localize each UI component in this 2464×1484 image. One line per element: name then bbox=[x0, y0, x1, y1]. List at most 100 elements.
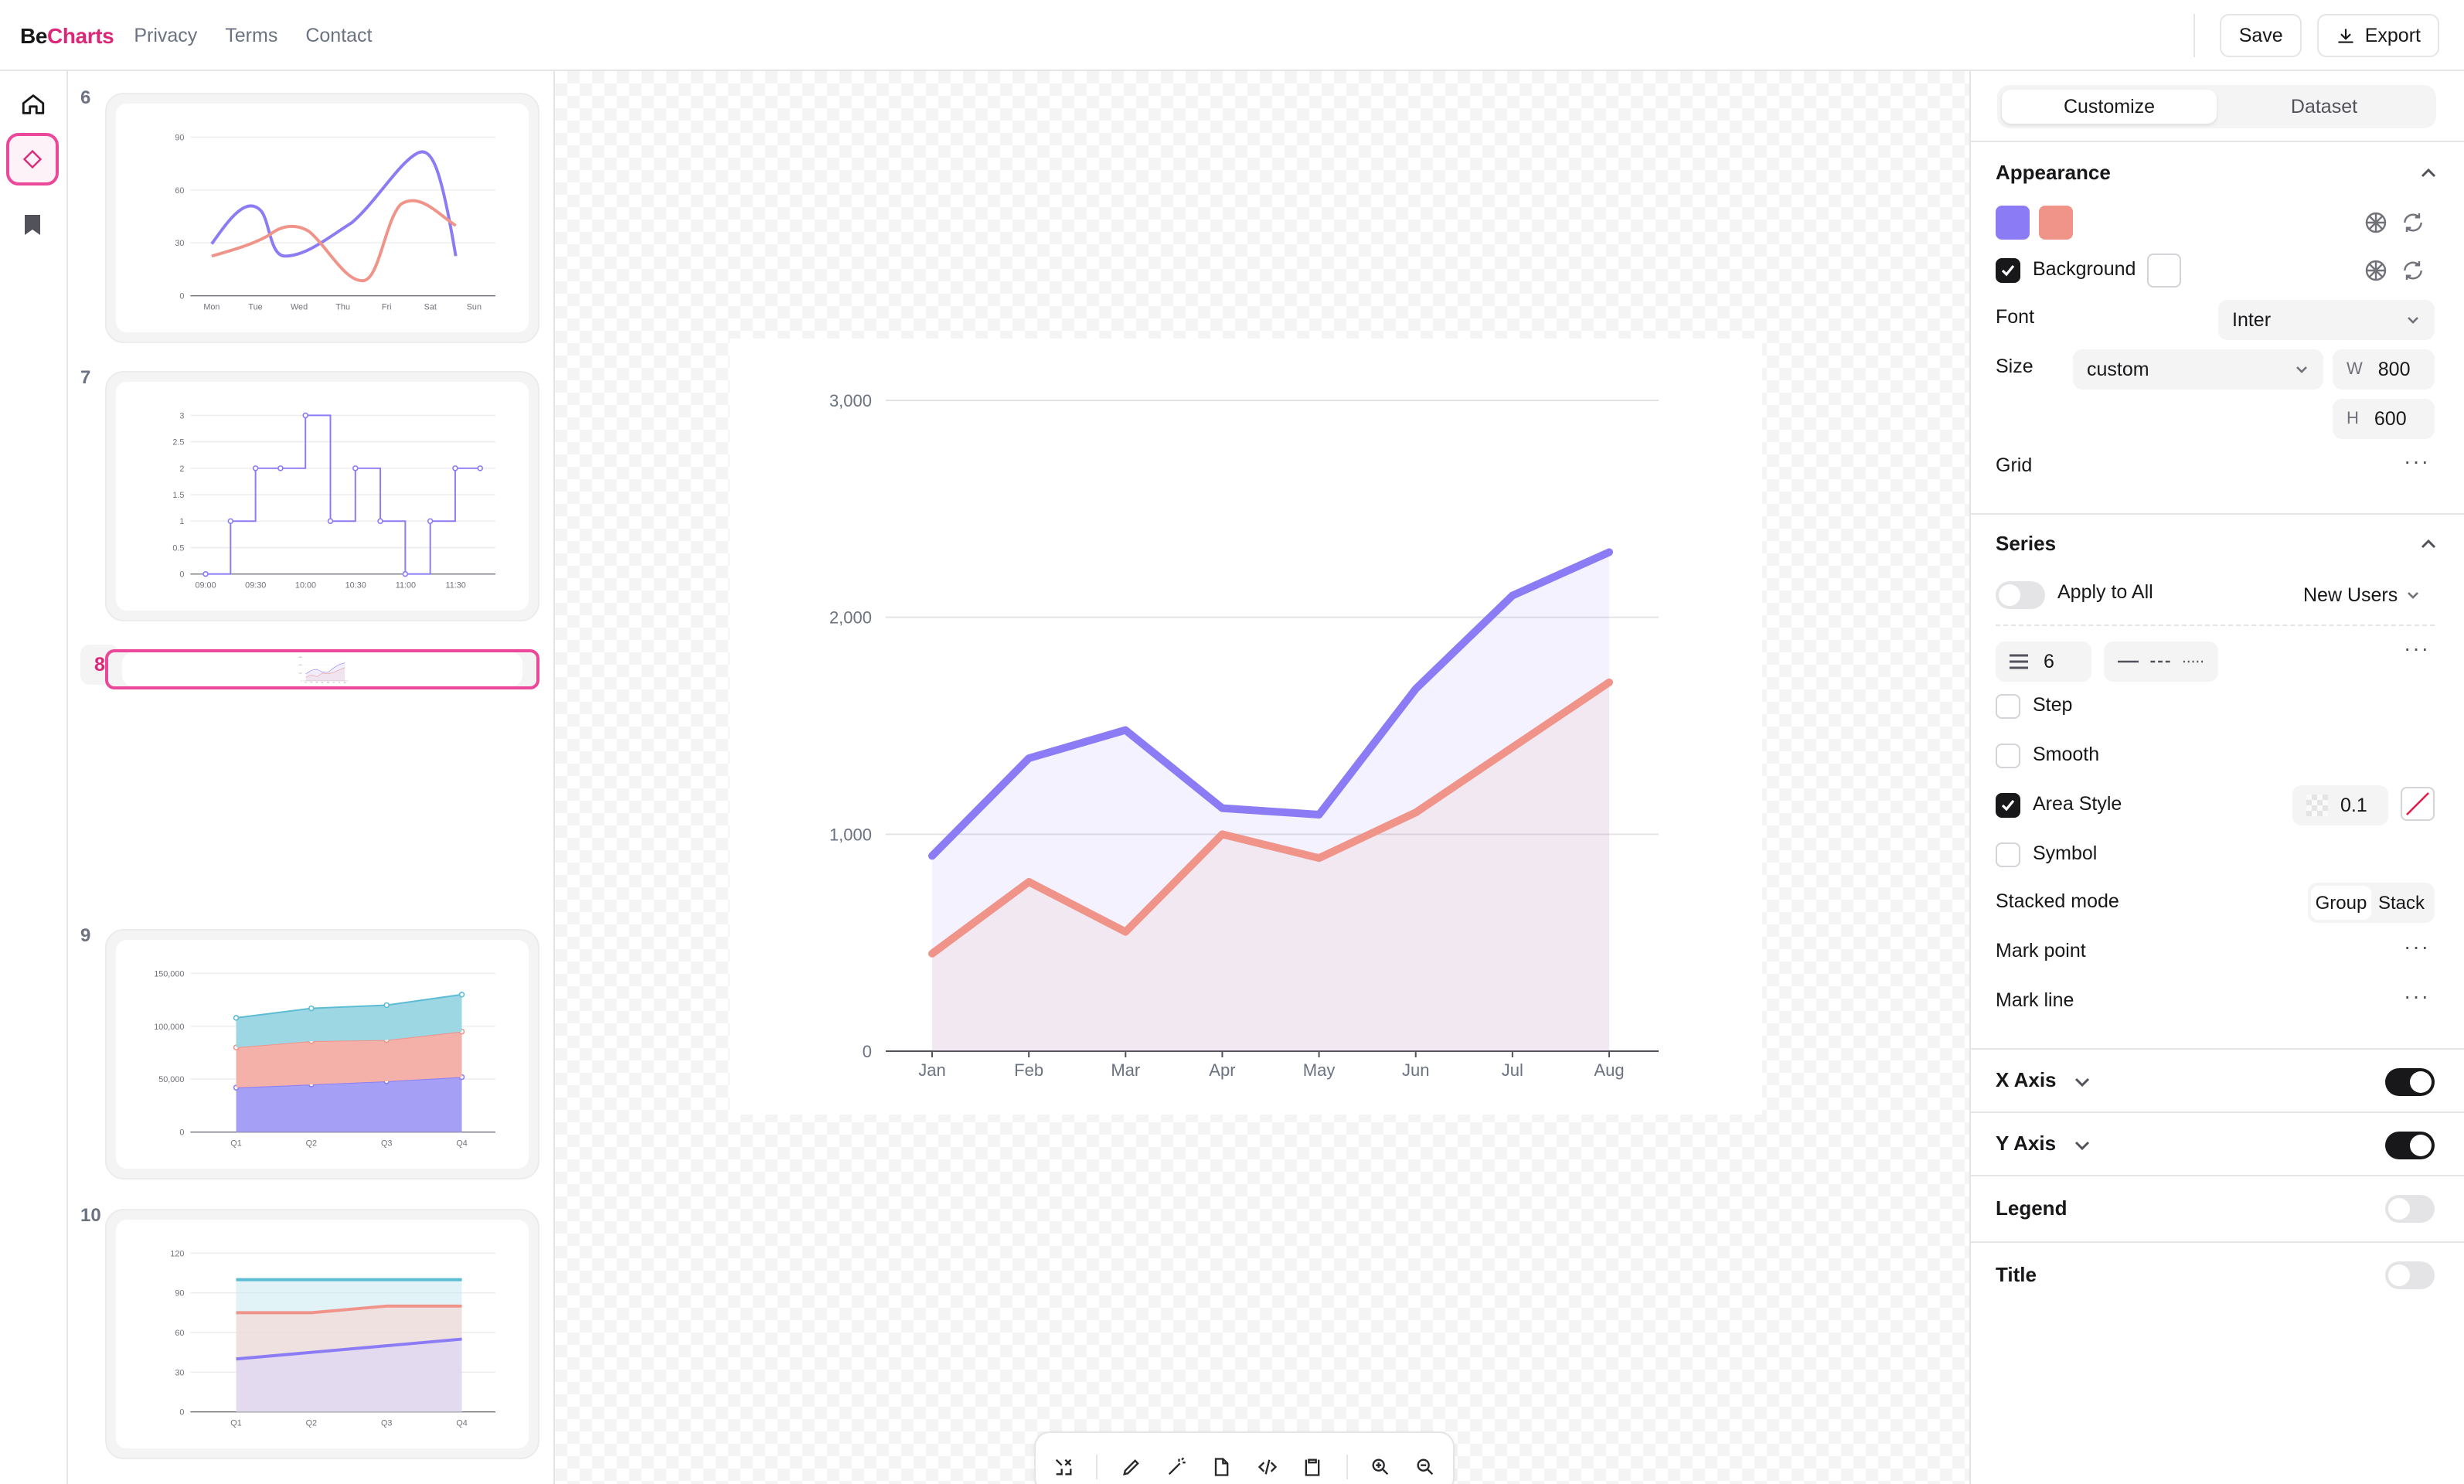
refresh-icon[interactable] bbox=[2401, 210, 2425, 235]
y-tick-label: 150,000 bbox=[154, 969, 184, 979]
palette-icon[interactable] bbox=[2364, 210, 2388, 235]
refresh-icon[interactable] bbox=[2401, 258, 2425, 283]
chevron-down-icon[interactable] bbox=[2073, 1073, 2091, 1091]
y-tick-label: 30 bbox=[175, 239, 184, 248]
divider bbox=[1971, 1111, 2464, 1113]
x-tick-label: Sun bbox=[467, 302, 482, 311]
code-icon[interactable] bbox=[1255, 1455, 1279, 1479]
more-options-icon[interactable]: ··· bbox=[2404, 635, 2430, 660]
stack-option[interactable]: Stack bbox=[2371, 886, 2432, 920]
bookmarks-button[interactable] bbox=[6, 198, 59, 250]
tab-customize[interactable]: Customize bbox=[2002, 90, 2217, 124]
line-style-selector[interactable] bbox=[2104, 642, 2218, 682]
area-style-checkbox[interactable] bbox=[1996, 793, 2020, 818]
data-point bbox=[302, 412, 308, 419]
panel-tabs: Customize Dataset bbox=[1997, 85, 2436, 128]
thumbnail-card[interactable]: 0 50,000 100,000 150,000 Q1 Q2 Q3 Q4 bbox=[105, 929, 539, 1179]
zoom-out-icon[interactable] bbox=[1414, 1455, 1438, 1479]
series-select[interactable]: New Users bbox=[2289, 575, 2435, 615]
x-axis-toggle[interactable] bbox=[2385, 1068, 2435, 1096]
nav-link-terms[interactable]: Terms bbox=[225, 24, 277, 46]
symbol-checkbox[interactable] bbox=[1996, 842, 2020, 867]
area-opacity-input[interactable]: 0.1 bbox=[2292, 785, 2388, 825]
y-tick-label: 0 bbox=[179, 1128, 184, 1138]
x-tick-label: Wed bbox=[291, 302, 308, 311]
data-point bbox=[427, 518, 434, 524]
step-checkbox[interactable] bbox=[1996, 694, 2020, 719]
clipboard-icon[interactable] bbox=[1301, 1455, 1325, 1479]
font-select[interactable]: Inter bbox=[2218, 300, 2435, 340]
group-option[interactable]: Group bbox=[2311, 886, 2371, 920]
smooth-label: Smooth bbox=[2033, 744, 2100, 765]
shuffle-icon[interactable] bbox=[1051, 1455, 1075, 1479]
save-button[interactable]: Save bbox=[2220, 14, 2302, 57]
export-button[interactable]: Export bbox=[2316, 14, 2439, 57]
size-select[interactable]: custom bbox=[2073, 349, 2323, 390]
zoom-in-icon[interactable] bbox=[1369, 1455, 1393, 1479]
chevron-up-icon[interactable] bbox=[2419, 535, 2438, 553]
y-tick-label: 120 bbox=[170, 1249, 184, 1258]
x-tick-label: Jan bbox=[305, 682, 307, 684]
bookmark-icon bbox=[25, 214, 40, 234]
title-toggle[interactable] bbox=[2385, 1261, 2435, 1289]
chevron-up-icon[interactable] bbox=[2419, 164, 2438, 182]
x-tick-label: Tue bbox=[248, 302, 262, 311]
data-point bbox=[383, 1002, 390, 1009]
line-width-input[interactable]: 6 bbox=[1996, 642, 2091, 682]
appearance-section-title: Appearance bbox=[1996, 161, 2111, 184]
step-label: Step bbox=[2033, 694, 2073, 716]
stacked-mode-label: Stacked mode bbox=[1996, 890, 2119, 912]
app-window: BeCharts Privacy Terms Contact Save Expo… bbox=[0, 0, 2464, 1484]
y-tick-label: 90 bbox=[175, 1289, 184, 1298]
area-color-none-swatch[interactable] bbox=[2401, 787, 2435, 821]
apply-to-all-toggle[interactable] bbox=[1996, 581, 2045, 609]
more-options-icon[interactable]: ··· bbox=[2404, 983, 2430, 1008]
brand-logo[interactable]: BeCharts bbox=[20, 22, 114, 47]
y-tick-label: 0 bbox=[301, 681, 302, 682]
pencil-icon[interactable] bbox=[1119, 1455, 1143, 1479]
thumbnail-card[interactable]: 0 30 60 90 Mon Tue Wed Thu Fri Sat Sun bbox=[105, 93, 539, 343]
background-color-swatch[interactable] bbox=[2147, 254, 2181, 288]
background-checkbox[interactable] bbox=[1996, 258, 2020, 283]
more-options-icon[interactable]: ··· bbox=[2404, 934, 2430, 958]
magic-wand-icon[interactable] bbox=[1165, 1455, 1189, 1479]
transparency-icon bbox=[2306, 795, 2328, 816]
series-line-1 bbox=[210, 150, 458, 258]
file-icon[interactable] bbox=[1210, 1455, 1234, 1479]
y-tick-label: 50,000 bbox=[158, 1075, 184, 1084]
x-tick-label: May bbox=[1303, 1060, 1336, 1080]
chevron-down-icon[interactable] bbox=[2073, 1136, 2091, 1155]
y-tick-label: 0.5 bbox=[172, 543, 184, 553]
charts-button[interactable] bbox=[6, 133, 59, 186]
home-button[interactable] bbox=[6, 77, 59, 130]
nav-link-contact[interactable]: Contact bbox=[305, 24, 372, 46]
divider bbox=[1096, 1455, 1098, 1479]
legend-toggle[interactable] bbox=[2385, 1195, 2435, 1223]
x-tick-label: 09:30 bbox=[245, 580, 266, 590]
y-tick-label: 0 bbox=[179, 1408, 184, 1418]
width-input[interactable]: W 800 bbox=[2333, 349, 2435, 390]
y-axis-toggle[interactable] bbox=[2385, 1132, 2435, 1159]
thumbnail-card-selected[interactable]: 0 1,000 2,000 3,000 Jan Feb Mar Apr May Jun Jul Aug bbox=[105, 649, 539, 689]
more-options-icon[interactable]: ··· bbox=[2404, 448, 2430, 473]
area-chart: 0 1,000 2,000 3,000 Jan Feb Mar Apr May Jun Jul Aug bbox=[829, 391, 1659, 1080]
palette-icon[interactable] bbox=[2364, 258, 2388, 283]
stacked-mode-switch: Group Stack bbox=[2308, 883, 2435, 923]
x-tick-label: 09:00 bbox=[195, 580, 216, 590]
nav-link-privacy[interactable]: Privacy bbox=[134, 24, 197, 46]
x-tick-label: May bbox=[327, 682, 329, 684]
series-color-swatch-2[interactable] bbox=[2039, 206, 2073, 240]
series-color-swatch-1[interactable] bbox=[1996, 206, 2030, 240]
thumbnail-chart-area-lines: 0 30 60 90 120 Q1 Q2 Q3 Q4 bbox=[170, 1249, 495, 1428]
divider bbox=[1996, 625, 2435, 626]
thumbnail-card[interactable]: 0 30 60 90 120 Q1 Q2 Q3 Q4 bbox=[105, 1209, 539, 1459]
thumbnail-card[interactable]: 0 0.5 1 1.5 2 2.5 3 09:00 09:30 10:00 10:30 11:00 11… bbox=[105, 371, 539, 621]
y-tick-label: 2,000 bbox=[298, 665, 301, 666]
tab-dataset[interactable]: Dataset bbox=[2217, 90, 2432, 124]
thumbnail-chart-smooth-line: 0 30 60 90 Mon Tue Wed Thu Fri Sat Sun bbox=[175, 133, 495, 311]
height-input[interactable]: H 600 bbox=[2333, 399, 2435, 439]
smooth-checkbox[interactable] bbox=[1996, 744, 2020, 768]
divider bbox=[1971, 1241, 2464, 1243]
y-tick-label: 2.5 bbox=[172, 438, 184, 448]
divider bbox=[1971, 513, 2464, 515]
